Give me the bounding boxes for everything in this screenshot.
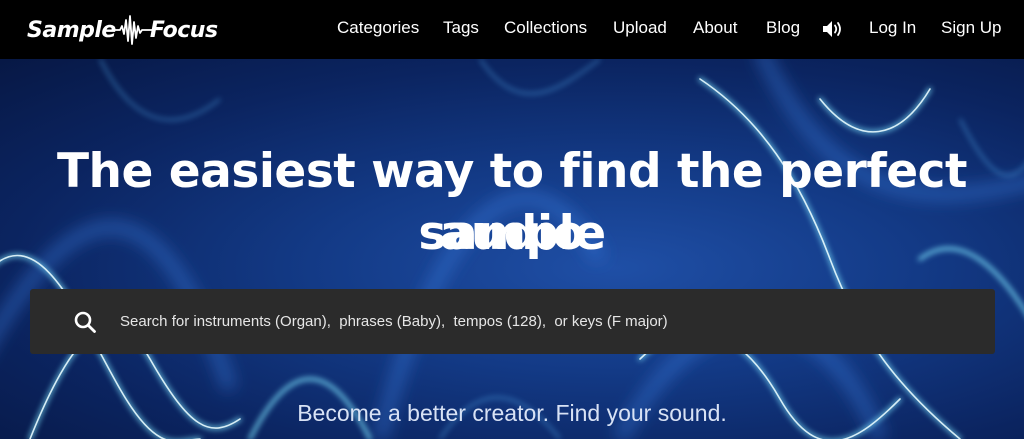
search-icon[interactable]	[73, 310, 97, 334]
site-logo[interactable]: Sample Focus	[27, 14, 218, 46]
top-navbar: Sample Focus Categories Tags Collections…	[0, 0, 1024, 59]
nav-tags[interactable]: Tags	[443, 18, 479, 38]
nav-about[interactable]: About	[693, 18, 737, 38]
nav-upload[interactable]: Upload	[613, 18, 667, 38]
nav-login[interactable]: Log In	[869, 18, 916, 38]
search-input[interactable]	[120, 289, 980, 354]
waveform-icon	[113, 15, 152, 45]
speaker-icon[interactable]	[822, 19, 844, 39]
hero-section: The easiest way to find the perfect audi…	[0, 59, 1024, 439]
hero-tagline: Become a better creator. Find your sound…	[297, 400, 727, 426]
logo-text-focus: Focus	[149, 17, 218, 43]
search-bar[interactable]	[30, 289, 995, 354]
nav-categories[interactable]: Categories	[337, 18, 419, 38]
nav-collections[interactable]: Collections	[504, 18, 587, 38]
logo-text-sample: Sample	[27, 17, 116, 43]
nav-blog[interactable]: Blog	[766, 18, 800, 38]
hero-headline-line2: sample	[418, 206, 606, 261]
nav-signup[interactable]: Sign Up	[941, 18, 1001, 38]
